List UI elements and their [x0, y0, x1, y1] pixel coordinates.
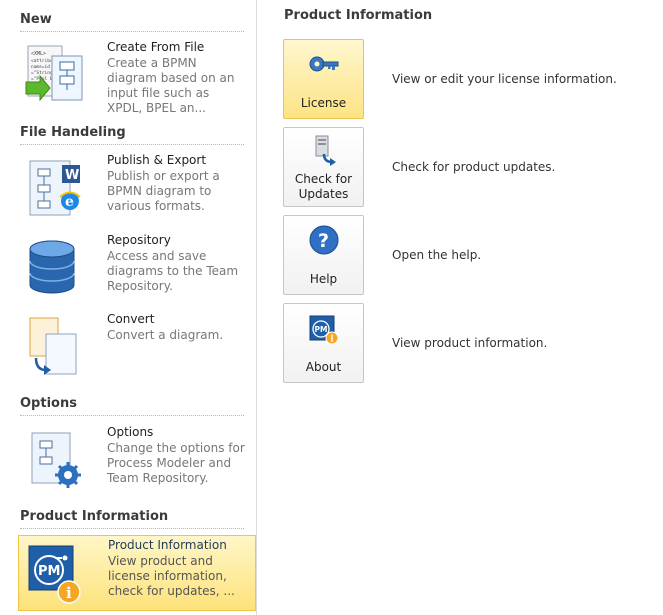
nav-item-options[interactable]: Options Change the options for Process M… [18, 423, 256, 499]
tile-label: Help [309, 272, 338, 286]
database-icon [29, 240, 75, 294]
pm-about-icon: PM i [309, 315, 339, 345]
nav-item-product-information[interactable]: PM i Product Information View product an… [18, 535, 263, 611]
backstage-nav: New <XML> <attribute name=id type ="Stri… [0, 0, 263, 615]
convert-icon [29, 317, 77, 375]
nav-item-repository[interactable]: Repository Access and save diagrams to t… [18, 231, 256, 307]
question-glyph: ? [318, 230, 329, 252]
help-description: Open the help. [392, 248, 482, 262]
nav-item-description: Create a BPMN diagram based on an input … [107, 56, 235, 115]
nav-item-title: Repository [107, 233, 171, 247]
tile-label: About [305, 360, 342, 374]
about-description: View product information. [392, 336, 548, 350]
nav-item-title: Create From File [107, 40, 205, 54]
license-button[interactable]: License [283, 39, 364, 119]
info-glyph: i [66, 584, 72, 602]
product-information-panel: Product Information License View or edit… [257, 0, 663, 615]
section-header-new: New [20, 12, 244, 32]
help-icon: ? [309, 225, 339, 255]
nav-item-title: Publish & Export [107, 153, 207, 167]
pm-logo-text: PM [315, 325, 328, 334]
tile-label: License [300, 96, 347, 110]
nav-item-convert[interactable]: Convert Convert a diagram. [18, 310, 256, 386]
check-for-updates-description: Check for product updates. [392, 160, 556, 174]
ie-glyph: e [65, 194, 74, 210]
nav-item-description: Convert a diagram. [107, 328, 224, 342]
pm-info-icon: PM i [28, 545, 81, 604]
xml-to-diagram-icon: <XML> <attribute name=id type ="String" … [25, 45, 83, 102]
key-icon [309, 56, 339, 72]
license-description: View or edit your license information. [392, 72, 617, 86]
nav-item-title: Convert [107, 312, 155, 326]
tile-label: Check for Updates [294, 172, 353, 201]
about-button[interactable]: PM i About [283, 303, 364, 383]
publish-export-icon: W e [29, 160, 81, 216]
nav-item-description: Publish or export a BPMN diagram to vari… [107, 169, 220, 213]
nav-item-title: Product Information [108, 538, 227, 552]
word-glyph: W [65, 168, 79, 183]
xml-line: <XML> [31, 51, 46, 57]
panel-title: Product Information [284, 8, 433, 23]
section-header-options: Options [20, 396, 244, 416]
section-header-product-information: Product Information [20, 509, 244, 529]
nav-item-description: Change the options for Process Modeler a… [107, 441, 245, 485]
nav-item-description: View product and license information, ch… [108, 554, 235, 598]
pm-logo-text: PM [38, 564, 60, 579]
check-for-updates-button[interactable]: Check for Updates [283, 127, 364, 207]
nav-item-description: Access and save diagrams to the Team Rep… [107, 249, 239, 293]
update-icon [315, 135, 336, 166]
section-header-file-handeling: File Handeling [20, 125, 244, 145]
info-glyph: i [330, 335, 334, 345]
nav-item-publish-export[interactable]: W e Publish & Export Publish or export a… [18, 151, 256, 227]
help-button[interactable]: ? Help [283, 215, 364, 295]
nav-item-title: Options [107, 425, 154, 439]
options-gear-icon [31, 432, 81, 488]
nav-item-create-from-file[interactable]: <XML> <attribute name=id type ="String" … [18, 38, 256, 115]
